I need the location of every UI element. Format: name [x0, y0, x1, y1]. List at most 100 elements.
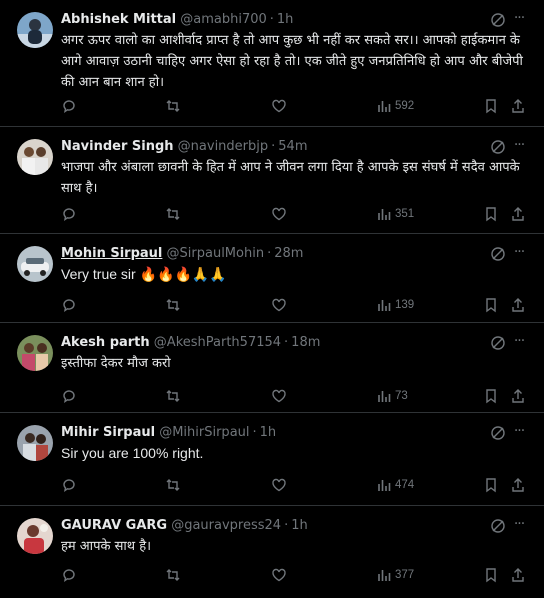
bookmark-button[interactable]	[483, 204, 499, 224]
views-count: 351	[395, 208, 415, 220]
like-button[interactable]	[271, 96, 287, 116]
timestamp[interactable]: 54m	[278, 139, 307, 154]
timestamp[interactable]: 1h	[260, 425, 277, 440]
separator: ·	[252, 425, 257, 440]
share-button[interactable]	[510, 204, 526, 224]
user-handle[interactable]: @gauravpress24	[171, 518, 281, 533]
avatar[interactable]	[17, 425, 53, 461]
bookmark-button[interactable]	[483, 96, 499, 116]
share-button[interactable]	[510, 96, 526, 116]
grok-icon[interactable]	[490, 425, 506, 441]
bookmark-icon	[486, 478, 496, 493]
like-button[interactable]	[271, 204, 287, 224]
timestamp[interactable]: 18m	[291, 335, 320, 350]
share-button[interactable]	[510, 386, 526, 406]
share-button[interactable]	[510, 475, 526, 495]
tweet-6[interactable]: GAURAV GARG @gauravpress24 · 1h ··· हम आपक…	[0, 506, 544, 598]
reply-icon	[63, 390, 75, 404]
avatar[interactable]	[17, 518, 53, 554]
reply-button[interactable]	[61, 565, 77, 585]
retweet-button[interactable]	[165, 565, 181, 585]
user-handle[interactable]: @amabhi700	[180, 12, 267, 27]
avatar[interactable]	[17, 12, 53, 48]
more-icon[interactable]: ···	[510, 10, 528, 28]
bookmark-button[interactable]	[483, 295, 499, 315]
tweet-5[interactable]: Mihir Sirpaul @MihirSirpaul · 1h ··· Sir y…	[0, 413, 544, 506]
like-button[interactable]	[271, 386, 287, 406]
timestamp[interactable]: 1h	[277, 12, 294, 27]
display-name[interactable]: GAURAV GARG	[61, 518, 167, 533]
reply-button[interactable]	[61, 204, 77, 224]
reply-icon	[63, 100, 75, 114]
more-icon[interactable]: ···	[510, 333, 528, 351]
action-bar: 351	[61, 204, 528, 224]
retweet-icon	[166, 208, 180, 220]
tweet-1[interactable]: Abhishek Mittal @amabhi700 · 1h ··· अगर ऊप…	[0, 0, 544, 127]
reply-icon	[63, 208, 75, 222]
display-name[interactable]: Mihir Sirpaul	[61, 425, 155, 440]
tweet-3[interactable]: Mohin Sirpaul @SirpaulMohin · 28m ··· Very…	[0, 234, 544, 323]
views-button[interactable]: 73	[377, 386, 408, 406]
separator: ·	[269, 12, 274, 27]
more-icon[interactable]: ···	[510, 423, 528, 441]
tweet-2[interactable]: Navinder Singh @navinderbjp · 54m ··· भाजप…	[0, 127, 544, 234]
more-icon[interactable]: ···	[510, 516, 528, 534]
views-button[interactable]: 377	[377, 565, 414, 585]
heart-icon	[272, 568, 286, 582]
retweet-button[interactable]	[165, 475, 181, 495]
share-button[interactable]	[510, 295, 526, 315]
heart-icon	[272, 99, 286, 113]
reply-icon	[63, 299, 75, 313]
like-button[interactable]	[271, 565, 287, 585]
views-icon	[378, 101, 391, 112]
views-button[interactable]: 474	[377, 475, 414, 495]
bookmark-icon	[486, 298, 496, 313]
bookmark-button[interactable]	[483, 475, 499, 495]
reply-button[interactable]	[61, 386, 77, 406]
retweet-button[interactable]	[165, 295, 181, 315]
grok-icon[interactable]	[490, 246, 506, 262]
tweet-text: Very true sir 🔥🔥🔥🙏🙏	[61, 266, 227, 282]
avatar[interactable]	[17, 335, 53, 371]
share-icon	[512, 568, 524, 582]
grok-icon[interactable]	[490, 139, 506, 155]
timestamp[interactable]: 28m	[274, 246, 303, 261]
avatar[interactable]	[17, 139, 53, 175]
more-icon[interactable]: ···	[510, 137, 528, 155]
reply-button[interactable]	[61, 96, 77, 116]
grok-icon[interactable]	[490, 518, 506, 534]
display-name[interactable]: Abhishek Mittal	[61, 12, 176, 27]
like-button[interactable]	[271, 295, 287, 315]
views-count: 474	[395, 479, 415, 491]
retweet-button[interactable]	[165, 96, 181, 116]
views-button[interactable]: 592	[377, 96, 414, 116]
tweet-4[interactable]: Akesh parth @AkeshParth57154 · 18m ··· इस्…	[0, 323, 544, 413]
display-name[interactable]: Navinder Singh	[61, 139, 174, 154]
grok-icon[interactable]	[490, 335, 506, 351]
user-handle[interactable]: @MihirSirpaul	[159, 425, 249, 440]
avatar[interactable]	[17, 246, 53, 282]
reply-button[interactable]	[61, 475, 77, 495]
bookmark-button[interactable]	[483, 386, 499, 406]
retweet-button[interactable]	[165, 204, 181, 224]
views-button[interactable]: 351	[377, 204, 414, 224]
timestamp[interactable]: 1h	[291, 518, 308, 533]
display-name[interactable]: Mohin Sirpaul	[61, 246, 162, 261]
reply-button[interactable]	[61, 295, 77, 315]
user-handle[interactable]: @AkeshParth57154	[154, 335, 281, 350]
retweet-button[interactable]	[165, 386, 181, 406]
like-button[interactable]	[271, 475, 287, 495]
bookmark-button[interactable]	[483, 565, 499, 585]
tweet-text: भाजपा और अंबाला छावनी के हित में आप ने ज…	[61, 160, 520, 196]
views-count: 377	[395, 569, 415, 581]
views-button[interactable]: 139	[377, 295, 414, 315]
user-handle[interactable]: @SirpaulMohin	[167, 246, 265, 261]
user-handle[interactable]: @navinderbjp	[178, 139, 268, 154]
retweet-icon	[166, 299, 180, 311]
views-icon	[378, 480, 391, 491]
grok-icon[interactable]	[490, 12, 506, 28]
share-button[interactable]	[510, 565, 526, 585]
display-name[interactable]: Akesh parth	[61, 335, 150, 350]
more-icon[interactable]: ···	[510, 244, 528, 262]
views-icon	[378, 209, 391, 220]
